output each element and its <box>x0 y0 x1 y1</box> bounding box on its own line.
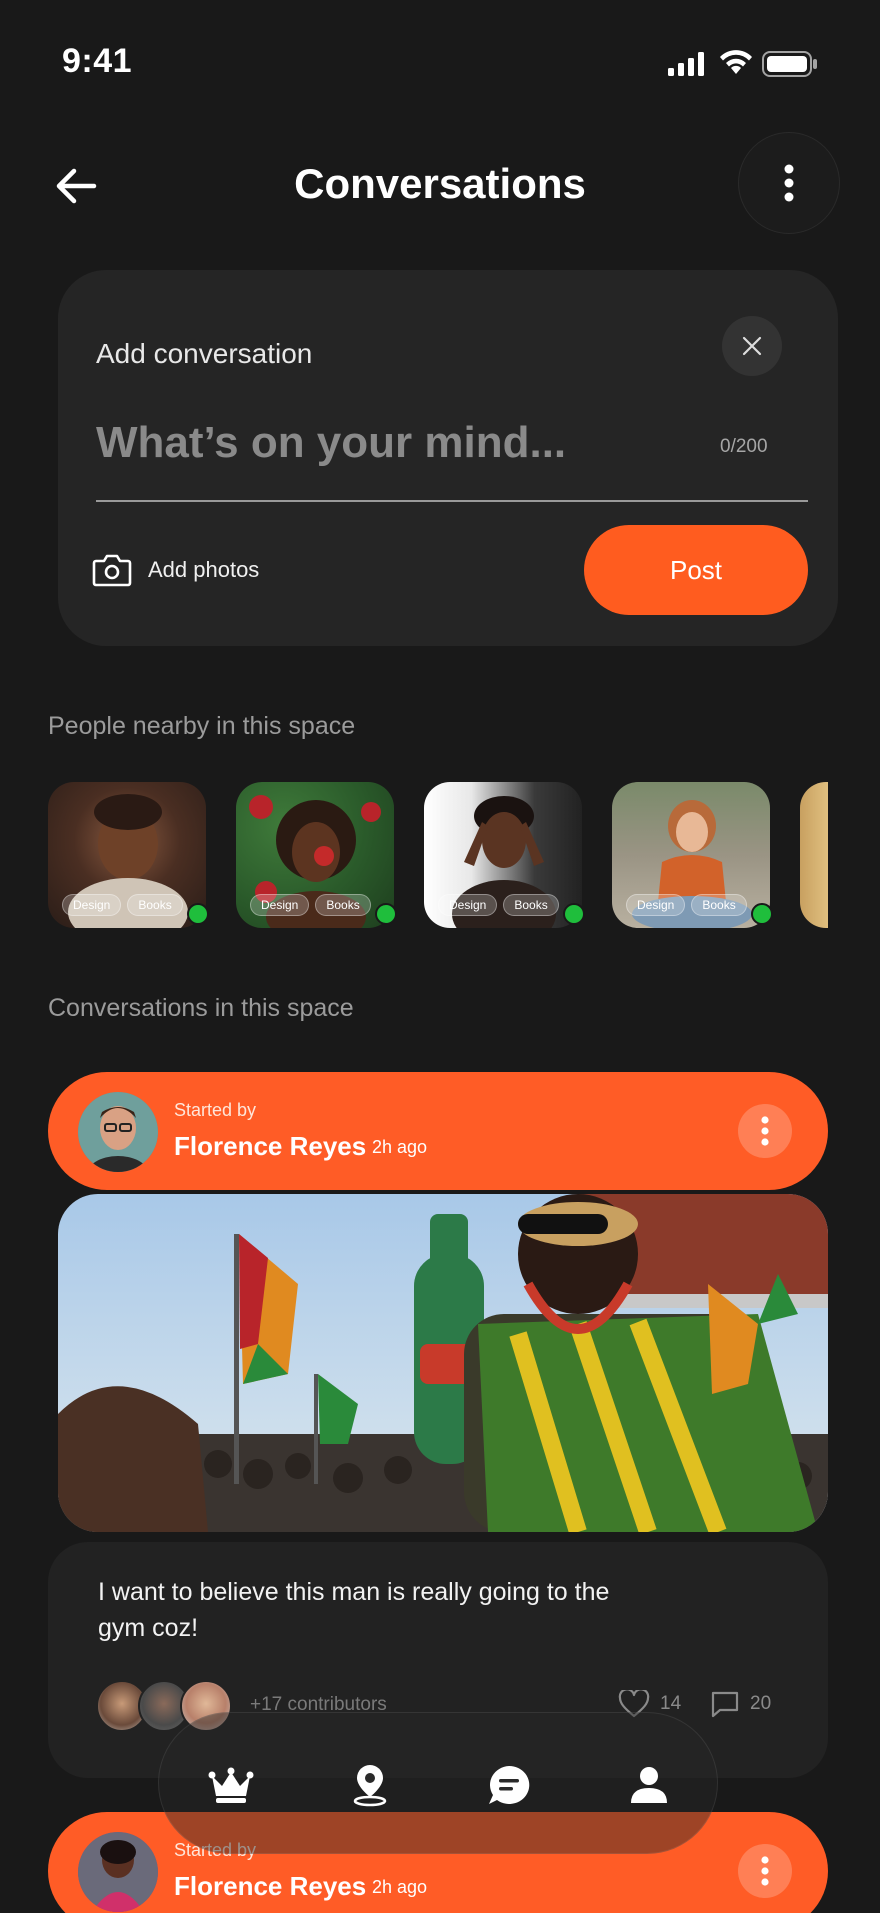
person-tag: Design <box>626 894 686 916</box>
nav-crown[interactable] <box>206 1760 256 1810</box>
online-status-dot <box>563 903 585 925</box>
nav-map[interactable] <box>345 1760 395 1810</box>
nav-profile[interactable] <box>624 1760 674 1810</box>
avatar[interactable] <box>78 1832 158 1912</box>
more-vertical-icon <box>784 164 794 202</box>
person-card[interactable]: Design Books <box>424 782 582 928</box>
map-pin-icon <box>353 1765 387 1807</box>
more-vertical-icon <box>761 1856 769 1886</box>
composer-input[interactable]: What’s on your mind... <box>96 418 696 468</box>
online-status-dot <box>375 903 397 925</box>
profile-icon <box>631 1767 667 1803</box>
post-text: I want to believe this man is really goi… <box>98 1578 610 1642</box>
likes-count: 14 <box>660 1693 682 1714</box>
more-options-button[interactable] <box>738 132 840 234</box>
person-tag: Books <box>691 894 747 916</box>
crown-icon <box>208 1767 254 1803</box>
composer-close-button[interactable] <box>722 316 782 376</box>
close-icon <box>742 336 762 356</box>
person-card[interactable]: Design Books <box>48 782 206 928</box>
started-by-label: Started by <box>174 1100 257 1120</box>
online-status-dot <box>187 903 209 925</box>
post-image[interactable] <box>58 1194 828 1532</box>
char-count: 0/200 <box>720 436 768 457</box>
wifi-icon <box>720 50 752 74</box>
post-button[interactable]: Post <box>584 525 808 615</box>
person-tag: Books <box>127 894 183 916</box>
conversation-menu-button[interactable] <box>738 1104 792 1158</box>
conversations-section-label: Conversations in this space <box>48 994 354 1022</box>
person-tag: Books <box>503 894 559 916</box>
author-name[interactable]: Florence Reyes <box>174 1871 366 1902</box>
battery-icon <box>762 51 817 77</box>
author-name[interactable]: Florence Reyes <box>174 1131 366 1162</box>
conversation-header[interactable] <box>48 1072 828 1190</box>
avatar-photo <box>78 1092 158 1172</box>
time-ago: 2h ago <box>372 1877 428 1897</box>
person-tag: Design <box>438 894 498 916</box>
online-status-dot <box>751 903 773 925</box>
avatar-photo <box>78 1832 158 1912</box>
comment-icon <box>711 1691 739 1718</box>
person-tag: Books <box>315 894 371 916</box>
composer-title: Add conversation <box>96 338 313 369</box>
nav-chat[interactable] <box>484 1760 534 1810</box>
camera-icon <box>92 554 132 587</box>
composer-underline <box>96 500 808 502</box>
comments-count: 20 <box>750 1693 772 1714</box>
conversation-menu-button[interactable] <box>738 1844 792 1898</box>
person-card[interactable]: Design Books <box>236 782 394 928</box>
avatar[interactable] <box>78 1092 158 1172</box>
add-photos-button[interactable]: Add photos <box>92 548 259 592</box>
time-ago: 2h ago <box>372 1137 428 1157</box>
status-time: 9:41 <box>62 42 133 80</box>
person-tag: Design <box>62 894 122 916</box>
post-photo <box>58 1194 828 1532</box>
person-tag: Design <box>250 894 310 916</box>
people-section-label: People nearby in this space <box>48 712 356 740</box>
comment-button[interactable]: 20 <box>710 1690 771 1718</box>
person-card[interactable]: Design Books <box>612 782 770 928</box>
person-card-partial[interactable] <box>800 782 828 928</box>
more-vertical-icon <box>761 1116 769 1146</box>
chat-icon <box>489 1765 530 1804</box>
signal-icon <box>668 52 704 76</box>
add-photos-label: Add photos <box>148 557 260 582</box>
